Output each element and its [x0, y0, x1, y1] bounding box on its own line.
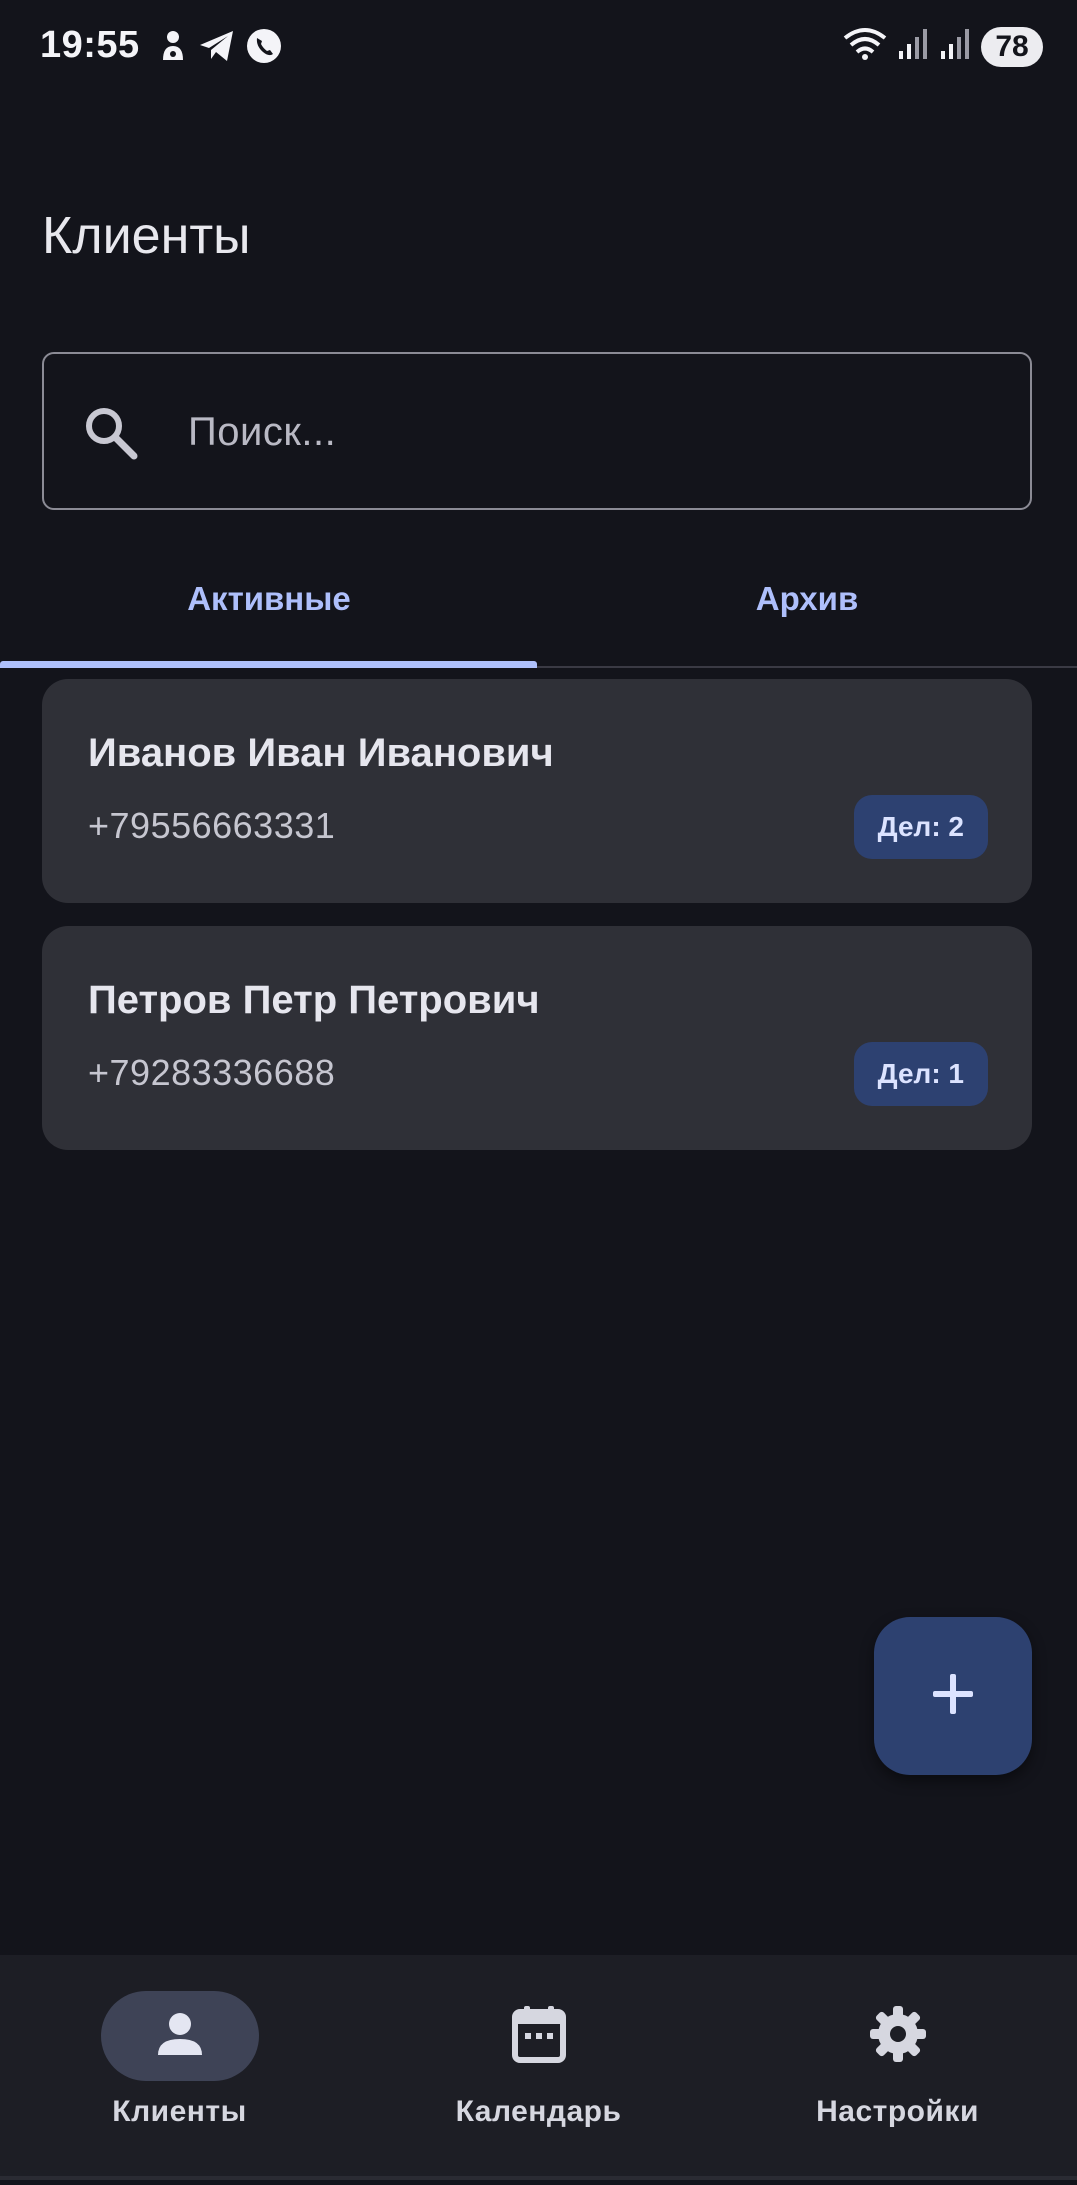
battery-indicator: 78 [981, 26, 1043, 67]
nav-label-clients: Клиенты [112, 2095, 247, 2128]
cases-count-badge: Дел: 1 [853, 1042, 988, 1106]
client-phone: +79556663331 [88, 805, 336, 846]
search-field[interactable] [42, 352, 1032, 510]
calendar-icon [511, 2005, 566, 2068]
gear-icon [868, 2004, 928, 2069]
person-icon [155, 2009, 205, 2064]
app-notification-icon [158, 28, 188, 64]
plus-icon [929, 1670, 977, 1723]
nav-item-calendar[interactable]: Календарь [359, 1955, 718, 2180]
client-card[interactable]: Иванов Иван Иванович +79556663331 Дел: 2 [42, 679, 1032, 903]
tab-active[interactable]: Активные [0, 560, 538, 668]
status-time: 19:55 [40, 24, 140, 66]
nav-label-settings: Настройки [816, 2095, 979, 2128]
client-name: Иванов Иван Иванович [88, 731, 554, 775]
wifi-icon [843, 26, 887, 67]
notification-icons [158, 28, 282, 64]
search-input[interactable] [188, 392, 988, 472]
nav-item-settings[interactable]: Настройки [718, 1955, 1077, 2180]
client-name: Петров Петр Петрович [88, 978, 540, 1022]
status-bar: 19:55 78 [0, 0, 1077, 95]
client-card[interactable]: Петров Петр Петрович +79283336688 Дел: 1 [42, 926, 1032, 1150]
home-indicator [0, 2176, 1077, 2180]
nav-item-clients[interactable]: Клиенты [0, 1955, 359, 2180]
phone-call-icon [246, 28, 282, 64]
nav-active-pill [100, 1991, 259, 2081]
client-phone: +79283336688 [88, 1052, 336, 1093]
nav-icon-container [819, 1991, 977, 2081]
page-title: Клиенты [42, 207, 251, 265]
tab-archive[interactable]: Архив [538, 560, 1076, 668]
cases-count-badge: Дел: 2 [853, 795, 988, 859]
signal-icon-2 [939, 27, 971, 66]
nav-icon-container [460, 1991, 618, 2081]
add-client-button[interactable] [874, 1617, 1032, 1775]
tab-bar: Активные Архив [0, 560, 1077, 668]
status-right: 78 [843, 26, 1043, 67]
tab-indicator [0, 661, 537, 668]
signal-icon [897, 27, 929, 66]
clients-screen: 19:55 78 Клиенты Поиск... Активные Архив… [0, 0, 1077, 2185]
telegram-icon [198, 29, 236, 63]
nav-label-calendar: Календарь [455, 2095, 622, 2128]
bottom-navigation: Клиенты Календарь Настройки [0, 1955, 1077, 2180]
search-icon [82, 404, 140, 467]
